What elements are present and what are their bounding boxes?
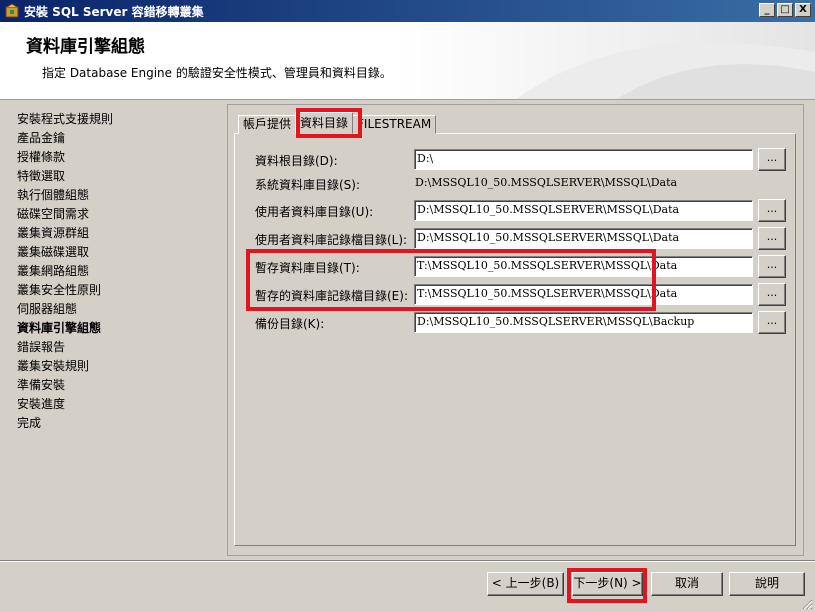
system-db-value: D:\MSSQL10_50.MSSQLSERVER\MSSQL\Data (415, 176, 678, 189)
nav-item[interactable]: 叢集磁碟選取 (17, 243, 113, 262)
nav-item[interactable]: 準備安裝 (17, 376, 113, 395)
user-db-label: 使用者資料庫目錄(U): (255, 205, 374, 219)
temp-db-row: 暫存資料庫目錄(T): T:\MSSQL10_50.MSSQLSERVER\MS… (255, 255, 795, 278)
backup-label: 備份目錄(K): (255, 317, 325, 331)
nav-item[interactable]: 安裝進度 (17, 395, 113, 414)
tab-account-provisioning[interactable]: 帳戶提供 (238, 115, 297, 134)
user-log-input[interactable]: D:\MSSQL10_50.MSSQLSERVER\MSSQL\Data (414, 228, 753, 249)
nav-item[interactable]: 錯誤報告 (17, 338, 113, 357)
back-button[interactable]: < 上一步(B) (487, 572, 564, 596)
nav-item[interactable]: 叢集網路組態 (17, 262, 113, 281)
nav-item[interactable]: 伺服器組態 (17, 300, 113, 319)
user-db-row: 使用者資料庫目錄(U): D:\MSSQL10_50.MSSQLSERVER\M… (255, 199, 795, 222)
temp-log-input[interactable]: T:\MSSQL10_50.MSSQLSERVER\MSSQL\Data (414, 284, 753, 305)
cancel-button[interactable]: 取消 (651, 572, 723, 596)
next-button[interactable]: 下一步(N) > (572, 572, 643, 596)
minimize-button[interactable]: _ (759, 3, 775, 17)
nav-item[interactable]: 完成 (17, 414, 113, 433)
nav-item[interactable]: 執行個體組態 (17, 186, 113, 205)
resize-grip-icon[interactable] (801, 598, 813, 610)
temp-db-input[interactable]: T:\MSSQL10_50.MSSQLSERVER\MSSQL\Data (414, 256, 753, 277)
page-subtitle: 指定 Database Engine 的驗證安全性模式、管理員和資料目錄。 (42, 66, 392, 80)
temp-log-row: 暫存的資料庫記錄檔目錄(E): T:\MSSQL10_50.MSSQLSERVE… (255, 283, 795, 306)
page-header: 資料庫引擎組態 指定 Database Engine 的驗證安全性模式、管理員和… (0, 22, 815, 100)
nav-item[interactable]: 特徵選取 (17, 167, 113, 186)
nav-item[interactable]: 授權條款 (17, 148, 113, 167)
data-root-browse-button[interactable]: ... (758, 148, 786, 171)
tab-strip: 帳戶提供 資料目錄 FILESTREAM (238, 112, 437, 134)
close-button[interactable]: X (795, 3, 811, 17)
window-title: 安裝 SQL Server 容錯移轉叢集 (24, 4, 204, 19)
footer-divider (0, 560, 815, 562)
tab-filestream[interactable]: FILESTREAM (352, 115, 437, 134)
data-root-row: 資料根目錄(D): D:\ ... (255, 148, 795, 171)
nav-item[interactable]: 產品金鑰 (17, 129, 113, 148)
sql-server-icon (5, 3, 19, 18)
nav-item[interactable]: 叢集資源群組 (17, 224, 113, 243)
tab-data-directories[interactable]: 資料目錄 (295, 112, 354, 134)
data-root-input[interactable]: D:\ (414, 149, 753, 170)
data-root-label: 資料根目錄(D): (255, 154, 338, 168)
nav-item-active[interactable]: 資料庫引擎組態 (17, 319, 113, 338)
backup-input[interactable]: D:\MSSQL10_50.MSSQLSERVER\MSSQL\Backup (414, 312, 753, 333)
setup-step-list: 安裝程式支援規則 產品金鑰 授權條款 特徵選取 執行個體組態 磁碟空間需求 叢集… (17, 110, 113, 433)
nav-item[interactable]: 叢集安全性原則 (17, 281, 113, 300)
system-db-label: 系統資料庫目錄(S): (255, 178, 361, 192)
user-log-browse-button[interactable]: ... (758, 227, 786, 250)
user-log-row: 使用者資料庫記錄檔目錄(L): D:\MSSQL10_50.MSSQLSERVE… (255, 227, 795, 250)
header-banner-graphic (395, 22, 815, 99)
backup-row: 備份目錄(K): D:\MSSQL10_50.MSSQLSERVER\MSSQL… (255, 311, 795, 334)
backup-browse-button[interactable]: ... (758, 311, 786, 334)
title-bar[interactable]: 安裝 SQL Server 容錯移轉叢集 _ □ X (0, 0, 815, 22)
help-button[interactable]: 說明 (729, 572, 805, 596)
maximize-button[interactable]: □ (777, 3, 793, 17)
temp-db-label: 暫存資料庫目錄(T): (255, 261, 360, 275)
temp-db-browse-button[interactable]: ... (758, 255, 786, 278)
temp-log-label: 暫存的資料庫記錄檔目錄(E): (255, 289, 408, 303)
user-log-label: 使用者資料庫記錄檔目錄(L): (255, 233, 408, 247)
user-db-input[interactable]: D:\MSSQL10_50.MSSQLSERVER\MSSQL\Data (414, 200, 753, 221)
nav-item[interactable]: 磁碟空間需求 (17, 205, 113, 224)
user-db-browse-button[interactable]: ... (758, 199, 786, 222)
system-db-row: 系統資料庫目錄(S): D:\MSSQL10_50.MSSQLSERVER\MS… (255, 173, 795, 195)
temp-log-browse-button[interactable]: ... (758, 283, 786, 306)
page-title: 資料庫引擎組態 (26, 37, 145, 57)
nav-item[interactable]: 叢集安裝規則 (17, 357, 113, 376)
nav-item[interactable]: 安裝程式支援規則 (17, 110, 113, 129)
